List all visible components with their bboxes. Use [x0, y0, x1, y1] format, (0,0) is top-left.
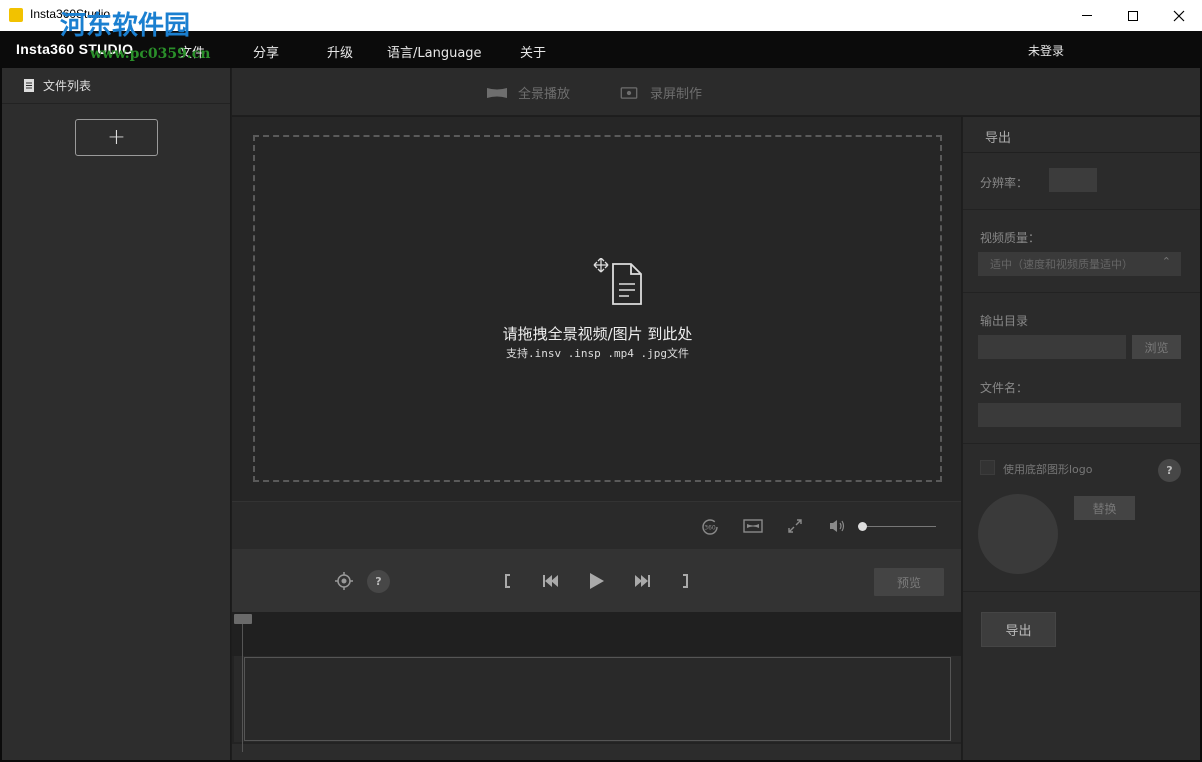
tab-panorama-play[interactable]: 全景播放	[487, 83, 570, 102]
maximize-icon	[1128, 10, 1138, 21]
volume-slider-knob[interactable]	[858, 522, 867, 531]
next-frame-icon[interactable]	[633, 573, 651, 589]
file-list-header: 文件列表	[2, 68, 230, 104]
playhead-handle[interactable]	[234, 614, 252, 624]
fullscreen-icon[interactable]	[787, 518, 803, 534]
resolution-select[interactable]	[1049, 168, 1097, 192]
timeline-clip-area[interactable]	[244, 657, 951, 741]
output-dir-input[interactable]	[978, 335, 1126, 359]
document-icon	[24, 79, 34, 92]
close-button[interactable]	[1156, 0, 1202, 31]
chevron-down-icon: ⌃	[1161, 255, 1171, 268]
locate-icon[interactable]	[334, 571, 354, 591]
menu-about[interactable]: 关于	[520, 42, 546, 61]
tab-record-label: 录屏制作	[650, 87, 703, 102]
preview-button[interactable]: 预览	[874, 568, 944, 596]
maximize-button[interactable]	[1110, 0, 1156, 31]
menu-upgrade[interactable]: 升级	[327, 42, 353, 61]
logo-checkbox-label: 使用底部图形logo	[1003, 463, 1093, 476]
logo-help-button[interactable]: ?	[1158, 459, 1181, 482]
volume-icon[interactable]	[828, 518, 846, 534]
playback-help-button[interactable]: ?	[367, 570, 390, 593]
file-list-title: 文件列表	[43, 79, 92, 93]
export-panel: 导出 分辨率： 视频质量： 适中（速度和视频质量适中） ⌃ 输出目录 浏览 文件…	[962, 117, 1201, 760]
divider	[963, 443, 1201, 444]
minimize-icon	[1082, 15, 1092, 16]
export-button[interactable]: 导出	[981, 612, 1056, 647]
timeline-scrollbar[interactable]	[232, 744, 961, 760]
prev-frame-icon[interactable]	[542, 573, 560, 589]
svg-text:360: 360	[704, 525, 716, 532]
login-status[interactable]: 未登录	[1028, 42, 1064, 59]
timeline-ruler	[232, 612, 961, 656]
app-icon	[9, 8, 23, 22]
aspect-ratio-icon[interactable]	[743, 518, 763, 534]
timeline-track	[234, 656, 961, 742]
divider	[963, 209, 1201, 210]
panorama-icon	[487, 87, 507, 98]
filename-label: 文件名：	[980, 381, 1029, 395]
output-dir-label: 输出目录	[980, 314, 1029, 328]
divider	[963, 591, 1201, 592]
resolution-label: 分辨率：	[980, 176, 1029, 190]
menu-language[interactable]: 语言/Language	[387, 42, 482, 61]
change-logo-button[interactable]: 替换	[1074, 496, 1135, 520]
close-icon	[1173, 10, 1185, 21]
rotate-360-icon[interactable]: 360	[701, 518, 719, 536]
drop-zone[interactable]: 请拖拽全景视频/图片 到此处 支持.insv .insp .mp4 .jpg文件	[253, 135, 942, 482]
playhead-line	[242, 624, 243, 752]
file-list-sidebar: 文件列表 +	[2, 68, 231, 760]
quality-label: 视频质量：	[980, 231, 1041, 245]
tab-screen-record[interactable]: 录屏制作	[619, 83, 702, 102]
mark-out-icon[interactable]	[681, 574, 689, 588]
drop-subtitle: 支持.insv .insp .mp4 .jpg文件	[505, 347, 690, 360]
menu-share[interactable]: 分享	[253, 42, 279, 61]
view-controls: 360	[232, 501, 961, 549]
volume-slider-track[interactable]	[862, 526, 936, 527]
mode-bar: 全景播放 录屏制作	[232, 68, 1200, 116]
divider	[963, 292, 1201, 293]
playback-bar: ? 预览	[232, 549, 961, 612]
add-file-button[interactable]: +	[75, 119, 158, 156]
record-icon	[620, 86, 638, 99]
logo-preview	[978, 494, 1058, 574]
mark-in-icon[interactable]	[504, 574, 512, 588]
watermark-text: 河东软件园	[60, 11, 191, 41]
play-icon[interactable]	[588, 571, 606, 591]
player-area: 请拖拽全景视频/图片 到此处 支持.insv .insp .mp4 .jpg文件	[232, 117, 961, 501]
tab-panorama-label: 全景播放	[518, 87, 571, 102]
logo-checkbox[interactable]	[980, 460, 995, 475]
quality-value: 适中（速度和视频质量适中）	[990, 258, 1133, 271]
minimize-button[interactable]	[1064, 0, 1110, 31]
quality-select[interactable]: 适中（速度和视频质量适中） ⌃	[978, 252, 1181, 276]
window-border-left	[0, 31, 2, 762]
drop-title: 请拖拽全景视频/图片 到此处	[502, 325, 693, 343]
browse-button[interactable]: 浏览	[1132, 335, 1181, 359]
export-panel-title: 导出	[963, 117, 1200, 153]
drop-file-icon	[593, 257, 647, 311]
timeline	[232, 612, 961, 760]
watermark-url: www.pc0359.cn	[90, 46, 211, 62]
filename-input[interactable]	[978, 403, 1181, 427]
